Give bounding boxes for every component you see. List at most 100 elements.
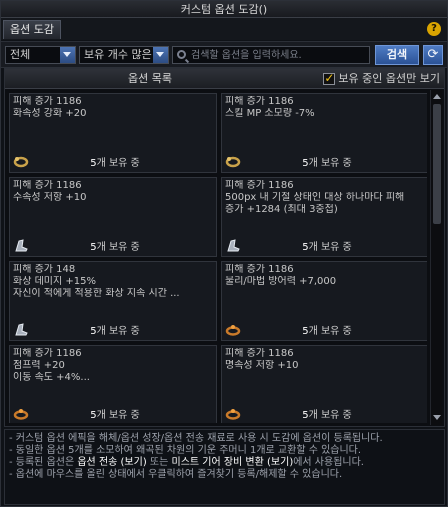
scroll-down-icon[interactable]	[432, 413, 442, 423]
option-lines: 피해 증가 1186 점프력 +20 이동 속도 +4%...	[13, 348, 213, 384]
option-lines: 피해 증가 1186 명속성 저항 +10	[225, 348, 425, 372]
help-notes: - 커스텀 옵션 에픽을 해체/옵션 성장/옵션 전송 재료로 사용 시 도감에…	[4, 429, 445, 505]
note-text: - 등록된 옵션은	[9, 457, 78, 468]
option-line: 증가 +1284 (최대 3중첩)	[225, 204, 338, 215]
option-lines: 피해 증가 1186 화속성 강화 +20	[13, 96, 213, 120]
search-box[interactable]	[172, 46, 370, 64]
option-line: 피해 증가 1186	[13, 96, 82, 107]
option-line: 스킬 MP 소모량 -7%	[225, 108, 315, 119]
category-dropdown[interactable]: 전체	[5, 46, 76, 64]
option-transfer-link[interactable]: 옵션 전송 (보기)	[77, 457, 146, 468]
boot-icon	[15, 323, 28, 336]
owned-only-label: 보유 중인 옵션만 보기	[338, 72, 440, 85]
owned-count: 5개 보유 중	[252, 406, 402, 421]
bracelet-icon	[13, 156, 29, 168]
option-line: 점프력 +20	[13, 360, 65, 371]
window-title: 커스텀 옵션 도감()	[180, 3, 268, 16]
option-line: 피해 증가 1186	[225, 264, 294, 275]
ring-icon	[225, 325, 241, 336]
option-card[interactable]: 피해 증가 1186 수속성 저항 +10 5개 보유 중	[9, 177, 217, 257]
option-line: 500px 내 기절 상태인 대상 하나마다 피해	[225, 192, 405, 203]
scroll-thumb[interactable]	[433, 104, 441, 224]
help-icon[interactable]: ?	[427, 22, 441, 36]
ring-icon	[225, 409, 241, 420]
window: 커스텀 옵션 도감() 옵션 도감 ? 전체 보유 개수 많은 순 검색 ⟳ 옵…	[0, 0, 448, 507]
note-line: - 커스텀 옵션 에픽을 해체/옵션 성장/옵션 전송 재료로 사용 시 도감에…	[9, 433, 440, 445]
note-line: - 옵션에 마우스를 올린 상태에서 우클릭하여 즐겨찾기 등록/해제할 수 있…	[9, 469, 440, 481]
option-card[interactable]: 피해 증가 1186 명속성 저항 +10 5개 보유 중	[221, 345, 427, 423]
option-line: 피해 증가 1186	[225, 96, 294, 107]
category-dropdown-value: 전체	[10, 48, 31, 61]
owned-count: 5개 보유 중	[252, 238, 402, 253]
option-list-header: 옵션 목록 보유 중인 옵션만 보기	[5, 69, 444, 89]
boot-icon	[15, 239, 28, 252]
option-lines: 피해 증가 1186 500px 내 기절 상태인 대상 하나마다 피해 증가 …	[225, 180, 425, 216]
mist-gear-convert-link[interactable]: 미스트 기어 장비 변환 (보기)	[172, 457, 294, 468]
option-line: 피해 증가 1186	[13, 348, 82, 359]
owned-count: 5개 보유 중	[40, 406, 190, 421]
owned-count-suffix: 개 보유 중	[96, 326, 140, 337]
option-card[interactable]: 피해 증가 1186 500px 내 기절 상태인 대상 하나마다 피해 증가 …	[221, 177, 427, 257]
refresh-icon[interactable]: ⟳	[423, 45, 443, 65]
search-input[interactable]	[191, 47, 367, 63]
option-line: 자신이 적에게 적용한 화상 지속 시간 ...	[13, 288, 180, 299]
note-line: - 동일한 옵션 5개를 소모하여 왜곡된 차원의 기운 주머니 1개로 교환할…	[9, 445, 440, 457]
note-text: 에서 사용됩니다.	[293, 457, 364, 468]
sort-dropdown[interactable]: 보유 개수 많은 순	[79, 46, 169, 64]
option-line: 피해 증가 1186	[225, 348, 294, 359]
option-line: 수속성 저항 +10	[13, 192, 87, 203]
note-line: - 등록된 옵션은 옵션 전송 (보기) 또는 미스트 기어 장비 변환 (보기…	[9, 457, 440, 469]
titlebar[interactable]: 커스텀 옵션 도감()	[1, 1, 447, 18]
chevron-down-icon[interactable]	[60, 47, 75, 63]
owned-count: 5개 보유 중	[252, 154, 402, 169]
option-grid: 피해 증가 1186 화속성 강화 +20 5개 보유 중 피해 증가 1186…	[9, 93, 427, 423]
search-button[interactable]: 검색	[375, 45, 419, 65]
option-card[interactable]: 피해 증가 148 화상 데미지 +15% 자신이 적에게 적용한 화상 지속 …	[9, 261, 217, 341]
note-text: 또는	[146, 457, 172, 468]
owned-count: 5개 보유 중	[40, 322, 190, 337]
option-card[interactable]: 피해 증가 1186 스킬 MP 소모량 -7% 5개 보유 중	[221, 93, 427, 173]
chevron-down-icon[interactable]	[153, 47, 168, 63]
option-lines: 피해 증가 148 화상 데미지 +15% 자신이 적에게 적용한 화상 지속 …	[13, 264, 213, 300]
note-text: - 옵션에 마우스를 올린 상태에서 우클릭하여 즐겨찾기 등록/해제할 수 있…	[9, 469, 343, 480]
tab-option-book[interactable]: 옵션 도감	[3, 20, 61, 39]
owned-count-suffix: 개 보유 중	[308, 158, 352, 169]
note-text: - 동일한 옵션 5개를 소모하여 왜곡된 차원의 기운 주머니 1개로 교환할…	[9, 445, 362, 456]
owned-count: 5개 보유 중	[40, 154, 190, 169]
option-line: 화속성 강화 +20	[13, 108, 87, 119]
option-line: 피해 증가 148	[13, 264, 76, 275]
option-list-panel: 옵션 목록 보유 중인 옵션만 보기 피해 증가 1186 화속성 강화 +20…	[4, 68, 445, 427]
owned-count-suffix: 개 보유 중	[308, 326, 352, 337]
option-line: 이동 속도 +4%...	[13, 372, 90, 383]
option-line: 피해 증가 1186	[225, 180, 294, 191]
option-line: 피해 증가 1186	[13, 180, 82, 191]
option-lines: 피해 증가 1186 물리/마법 방어력 +7,000	[225, 264, 425, 288]
option-card[interactable]: 피해 증가 1186 화속성 강화 +20 5개 보유 중	[9, 93, 217, 173]
owned-count-suffix: 개 보유 중	[308, 242, 352, 253]
owned-only-checkbox[interactable]	[323, 71, 336, 85]
owned-count-suffix: 개 보유 중	[96, 410, 140, 421]
scrollbar[interactable]	[430, 90, 442, 425]
owned-count-suffix: 개 보유 중	[96, 158, 140, 169]
option-line: 명속성 저항 +10	[225, 360, 299, 371]
boot-icon	[227, 239, 240, 252]
option-line: 물리/마법 방어력 +7,000	[225, 276, 337, 287]
sort-dropdown-value: 보유 개수 많은 순	[84, 48, 154, 61]
scroll-up-icon[interactable]	[432, 92, 442, 102]
option-line: 화상 데미지 +15%	[13, 276, 96, 287]
ring-icon	[13, 409, 29, 420]
option-list-title: 옵션 목록	[128, 72, 172, 85]
option-lines: 피해 증가 1186 수속성 저항 +10	[13, 180, 213, 204]
option-card[interactable]: 피해 증가 1186 점프력 +20 이동 속도 +4%... 5개 보유 중	[9, 345, 217, 423]
filter-bar: 전체 보유 개수 많은 순 검색 ⟳	[1, 41, 447, 68]
owned-count-suffix: 개 보유 중	[308, 410, 352, 421]
option-card[interactable]: 피해 증가 1186 물리/마법 방어력 +7,000 5개 보유 중	[221, 261, 427, 341]
owned-only-toggle[interactable]: 보유 중인 옵션만 보기	[323, 71, 440, 86]
owned-count: 5개 보유 중	[40, 238, 190, 253]
search-icon	[177, 50, 186, 59]
owned-count-suffix: 개 보유 중	[96, 242, 140, 253]
owned-count: 5개 보유 중	[252, 322, 402, 337]
option-lines: 피해 증가 1186 스킬 MP 소모량 -7%	[225, 96, 425, 120]
bracelet-icon	[225, 156, 241, 168]
note-text: - 커스텀 옵션 에픽을 해체/옵션 성장/옵션 전송 재료로 사용 시 도감에…	[9, 433, 383, 444]
